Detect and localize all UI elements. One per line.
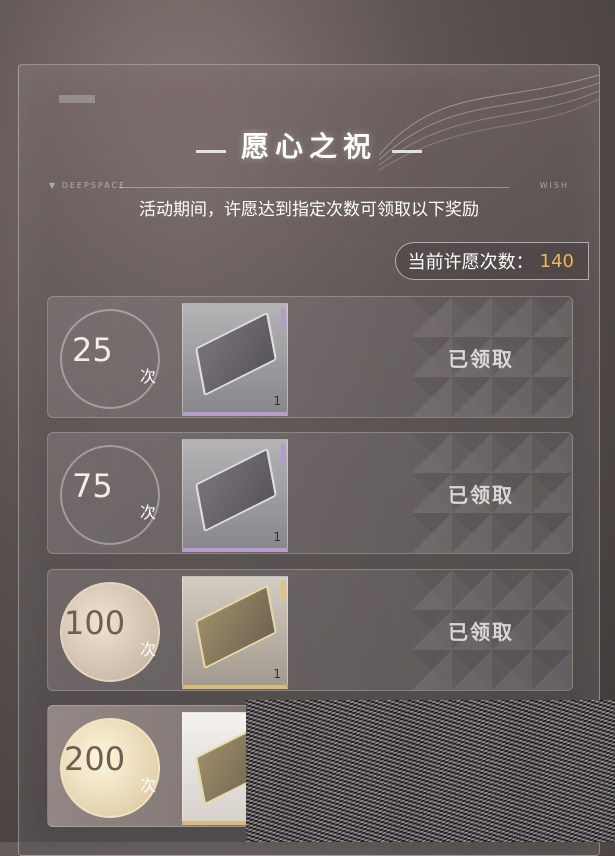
wish-count-value: 140: [539, 250, 574, 272]
item-quantity: 1: [273, 530, 281, 544]
subtitle-divider: [119, 187, 509, 188]
times-label: 次: [140, 503, 157, 522]
subtitle-right: WISH: [539, 181, 569, 190]
reward-item[interactable]: 1: [182, 303, 288, 416]
claimed-status: 已领取: [448, 620, 514, 644]
wish-count-label: 当前许愿次数：: [407, 252, 534, 273]
claimed-status: 已领取: [448, 347, 514, 371]
milestone-count: 25: [72, 331, 113, 369]
gift-box-icon: [195, 584, 277, 670]
item-quantity: 1: [273, 667, 281, 681]
reward-item[interactable]: 1: [182, 439, 288, 552]
milestone-count: 200: [64, 740, 126, 778]
reward-row-75[interactable]: 75 次 1 已领取: [47, 432, 573, 554]
milestone-count: 75: [72, 467, 113, 505]
event-description: 活动期间，许愿达到指定次数可领取以下奖励: [139, 200, 479, 220]
gift-box-icon: [195, 447, 277, 533]
title-bar: 愿心之祝: [19, 125, 599, 165]
rarity-strip: [281, 444, 285, 464]
page-title: 愿心之祝: [240, 130, 377, 163]
reward-item[interactable]: 1: [182, 576, 288, 689]
gift-box-icon: [195, 311, 277, 397]
obscured-overlay: [246, 700, 615, 842]
subtitle-bar: ▼ DEEPSPACE WISH: [49, 181, 569, 193]
corner-badge: [59, 95, 95, 103]
item-quantity: 1: [273, 394, 281, 408]
times-label: 次: [140, 367, 157, 386]
wish-count-badge: 当前许愿次数： 140: [394, 242, 589, 280]
rarity-strip: [281, 581, 285, 601]
times-label: 次: [140, 776, 157, 795]
title-deco-right: [392, 150, 423, 153]
rarity-strip: [281, 308, 285, 328]
title-deco-left: [195, 150, 226, 153]
subtitle-left: ▼ DEEPSPACE: [49, 181, 127, 190]
claimed-status: 已领取: [448, 483, 514, 507]
times-label: 次: [140, 640, 157, 659]
reward-row-25[interactable]: 25 次 1 已领取: [47, 296, 573, 418]
milestone-count: 100: [64, 604, 126, 642]
reward-row-100[interactable]: 100 次 1 已领取: [47, 569, 573, 691]
